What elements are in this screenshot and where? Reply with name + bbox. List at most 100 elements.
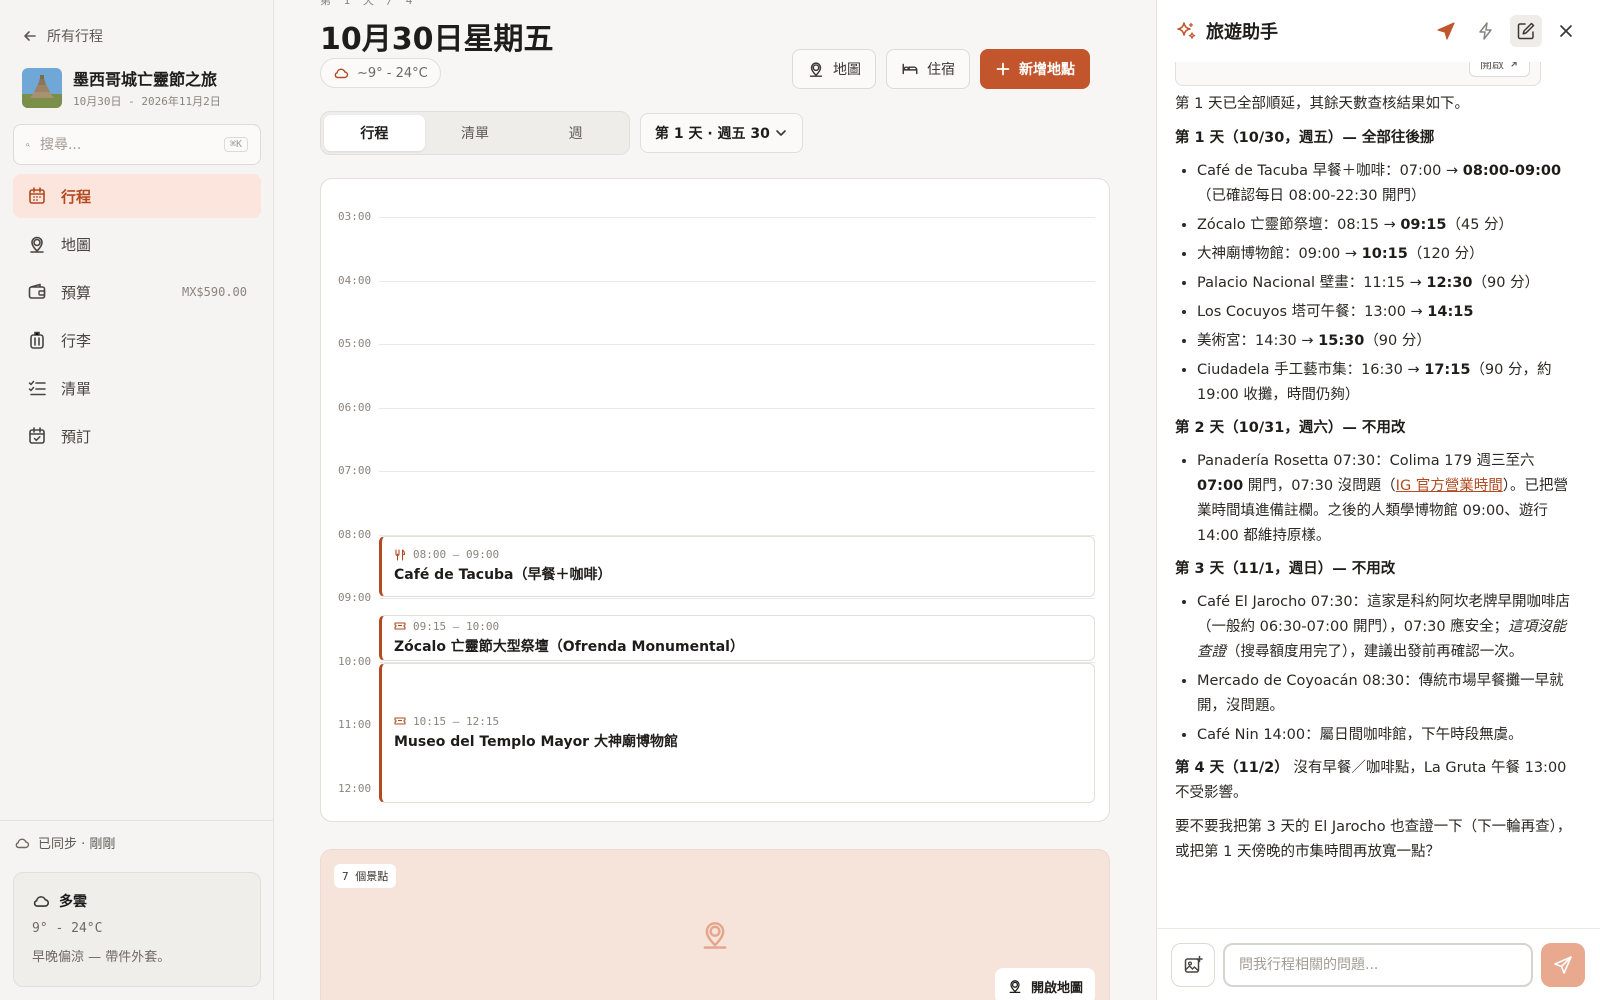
open-map-label: 開啟地圖 bbox=[1030, 980, 1083, 996]
event-time: 08:00 – 09:00 bbox=[413, 548, 500, 562]
list-item: Mercado de Coyoacán 08:30：傳統市場早餐攤一早就開，沒問… bbox=[1197, 669, 1577, 719]
tab-week[interactable]: 週 bbox=[525, 115, 626, 151]
list-item: Panadería Rosetta 07:30：Colima 179 週三至六 … bbox=[1197, 449, 1577, 549]
sidebar-item-budget[interactable]: 預算 MX$590.00 bbox=[13, 270, 261, 314]
sidebar-item-map[interactable]: 地圖 bbox=[13, 222, 261, 266]
navigation-arrow-icon bbox=[1437, 22, 1455, 40]
hour-label: 04:00 bbox=[338, 273, 372, 287]
assistant-message: 第 1 天已全部順延，其餘天數查核結果如下。 第 1 天（10/30，週五）— … bbox=[1175, 92, 1577, 874]
sidebar-item-label: 行程 bbox=[61, 187, 92, 206]
map-button[interactable]: 地圖 bbox=[792, 49, 876, 89]
chat-input[interactable] bbox=[1223, 943, 1533, 987]
list-item: 大神廟博物館：09:00 → 10:15（120 分） bbox=[1197, 242, 1577, 267]
list-item: Los Cocuyos 塔可午餐：13:00 → 14:15 bbox=[1197, 300, 1577, 325]
cloud-icon bbox=[334, 68, 349, 79]
hour-label: 06:00 bbox=[338, 400, 372, 414]
hour-gridline bbox=[379, 598, 1095, 599]
lodging-button[interactable]: 住宿 bbox=[886, 49, 970, 89]
sidebar: 所有行程 墨西哥城亡靈節之旅 10月30日 - 2026年11月2日 ⌘K 行程 bbox=[0, 0, 274, 1000]
map-pin-icon bbox=[30, 236, 44, 253]
assistant-header: 旅遊助手 bbox=[1157, 0, 1600, 62]
event-title: Museo del Templo Mayor 大神廟博物館 bbox=[394, 733, 678, 750]
list-item: Café Nin 14:00：屬日間咖啡館，下午時段無虞。 bbox=[1197, 723, 1577, 748]
day-weather-chip: ~9° - 24°C bbox=[320, 58, 441, 88]
send-button[interactable] bbox=[1541, 943, 1585, 987]
hour-label: 12:00 bbox=[338, 781, 372, 795]
search-icon bbox=[26, 142, 30, 147]
list-item: Zócalo 亡靈節祭壇：08:15 → 09:15（45 分） bbox=[1197, 213, 1577, 238]
day3-list: Café El Jarocho 07:30：這家是科約阿坎老牌早開咖啡店（一般約… bbox=[1175, 590, 1577, 748]
hour-gridline bbox=[379, 280, 1095, 282]
send-icon bbox=[1554, 956, 1572, 974]
attach-image-button[interactable] bbox=[1171, 943, 1215, 987]
sparkle-icon bbox=[1177, 22, 1196, 39]
toolbar: 地圖 住宿 新增地點 bbox=[792, 49, 1090, 89]
map-pin-icon bbox=[809, 62, 823, 77]
image-add-icon bbox=[1184, 955, 1203, 973]
event-title: Zócalo 亡靈節大型祭壇（Ofrenda Monumental） bbox=[394, 638, 744, 655]
timeline-hour-row: 04:00 bbox=[321, 274, 1109, 345]
day2-list: Panadería Rosetta 07:30：Colima 179 週三至六 … bbox=[1175, 449, 1577, 549]
add-place-button[interactable]: 新增地點 bbox=[980, 49, 1090, 89]
back-to-all-trips-link[interactable]: 所有行程 bbox=[22, 26, 103, 46]
map-preview[interactable]: 7 個景點 開啟地圖 bbox=[320, 849, 1110, 1000]
hour-label: 03:00 bbox=[338, 210, 372, 223]
search-input[interactable] bbox=[39, 136, 214, 153]
view-tabs: 行程 清單 週 bbox=[320, 111, 630, 155]
weather-note: 早晚偏涼 — 帶件外套。 bbox=[32, 950, 171, 965]
sidebar-item-bookings[interactable]: 預訂 bbox=[13, 414, 261, 458]
open-map-button[interactable]: 開啟地圖 bbox=[994, 968, 1095, 1000]
event-card-zocalo-ofrenda[interactable]: 09:15 – 10:00 Zócalo 亡靈節大型祭壇（Ofrenda Mon… bbox=[379, 614, 1095, 661]
bed-icon bbox=[902, 63, 918, 75]
day-weather-text: ~9° - 24°C bbox=[357, 65, 428, 81]
open-card-label: 開啟 bbox=[1479, 62, 1504, 71]
event-time: 09:15 – 10:00 bbox=[413, 619, 500, 633]
list-item: Ciudadela 手工藝市集：16:30 → 17:15（90 分，約 19:… bbox=[1197, 358, 1577, 408]
navigate-button[interactable] bbox=[1430, 15, 1462, 47]
day-select-dropdown[interactable]: 第 1 天 · 週五 30 bbox=[640, 113, 803, 153]
search-box: ⌘K bbox=[13, 124, 261, 165]
booking-calendar-icon bbox=[29, 427, 45, 444]
open-card-button[interactable]: 開啟 bbox=[1468, 62, 1530, 77]
hour-label: 07:00 bbox=[338, 464, 372, 477]
sidebar-item-label: 地圖 bbox=[61, 235, 92, 254]
official-hours-link[interactable]: IG 官方營業時間 bbox=[1396, 478, 1503, 494]
sidebar-item-checklist[interactable]: 清單 bbox=[13, 366, 261, 410]
places-count-badge: 7 個景點 bbox=[334, 864, 397, 888]
event-card-templo-mayor[interactable]: 10:15 – 12:15 Museo del Templo Mayor 大神廟… bbox=[379, 662, 1095, 804]
page-title: 10月30日星期五 bbox=[320, 22, 554, 57]
tab-list[interactable]: 清單 bbox=[425, 115, 526, 151]
trip-thumbnail bbox=[22, 67, 62, 108]
new-chat-button[interactable] bbox=[1510, 15, 1542, 47]
sync-status: 已同步 · 剛剛 bbox=[0, 820, 274, 864]
sidebar-item-itinerary[interactable]: 行程 bbox=[13, 174, 261, 218]
quick-action-button[interactable] bbox=[1470, 15, 1502, 47]
message-intro: 第 1 天已全部順延，其餘天數查核結果如下。 bbox=[1175, 96, 1469, 112]
hour-label: 05:00 bbox=[338, 337, 372, 350]
sidebar-nav: 行程 地圖 預算 MX$590.00 行李 清單 預訂 bbox=[13, 174, 261, 462]
event-time: 10:15 – 12:15 bbox=[413, 714, 500, 728]
cloud-icon bbox=[15, 838, 30, 848]
chevron-down-icon bbox=[776, 130, 786, 136]
hour-label: 09:00 bbox=[338, 591, 372, 604]
timeline[interactable]: 03:00 04:00 05:00 06:00 07:00 08:00 09:00 10:00… bbox=[320, 178, 1110, 822]
close-panel-button[interactable] bbox=[1550, 15, 1582, 47]
back-link-label: 所有行程 bbox=[47, 29, 103, 45]
lodging-button-label: 住宿 bbox=[927, 62, 955, 78]
tab-itinerary[interactable]: 行程 bbox=[324, 115, 425, 151]
day4-note: 第 4 天（11/2） 沒有早餐／咖啡點，La Gruta 午餐 13:00 不… bbox=[1175, 760, 1567, 801]
event-card-cafe-de-tacuba[interactable]: 08:00 – 09:00 Café de Tacuba（早餐＋咖啡） bbox=[379, 535, 1095, 597]
day-counter: 第 1 天 / 4 bbox=[320, 0, 416, 7]
close-icon bbox=[1560, 25, 1572, 37]
assistant-title: 旅遊助手 bbox=[1206, 22, 1278, 43]
trip-dates: 10月30日 - 2026年11月2日 bbox=[73, 95, 221, 108]
trip-header: 墨西哥城亡靈節之旅 10月30日 - 2026年11月2日 bbox=[22, 66, 221, 109]
cloud-icon bbox=[33, 896, 50, 907]
timeline-hour-row: 07:00 bbox=[321, 464, 1109, 535]
chat-messages[interactable]: 開啟 第 1 天已全部順延，其餘天數查核結果如下。 第 1 天（10/30，週五… bbox=[1175, 62, 1577, 928]
weather-condition: 多雲 bbox=[59, 894, 87, 910]
sidebar-item-luggage[interactable]: 行李 bbox=[13, 318, 261, 362]
hour-gridline bbox=[379, 407, 1095, 409]
timeline-hour-row: 05:00 bbox=[321, 337, 1109, 408]
map-button-label: 地圖 bbox=[833, 62, 861, 78]
